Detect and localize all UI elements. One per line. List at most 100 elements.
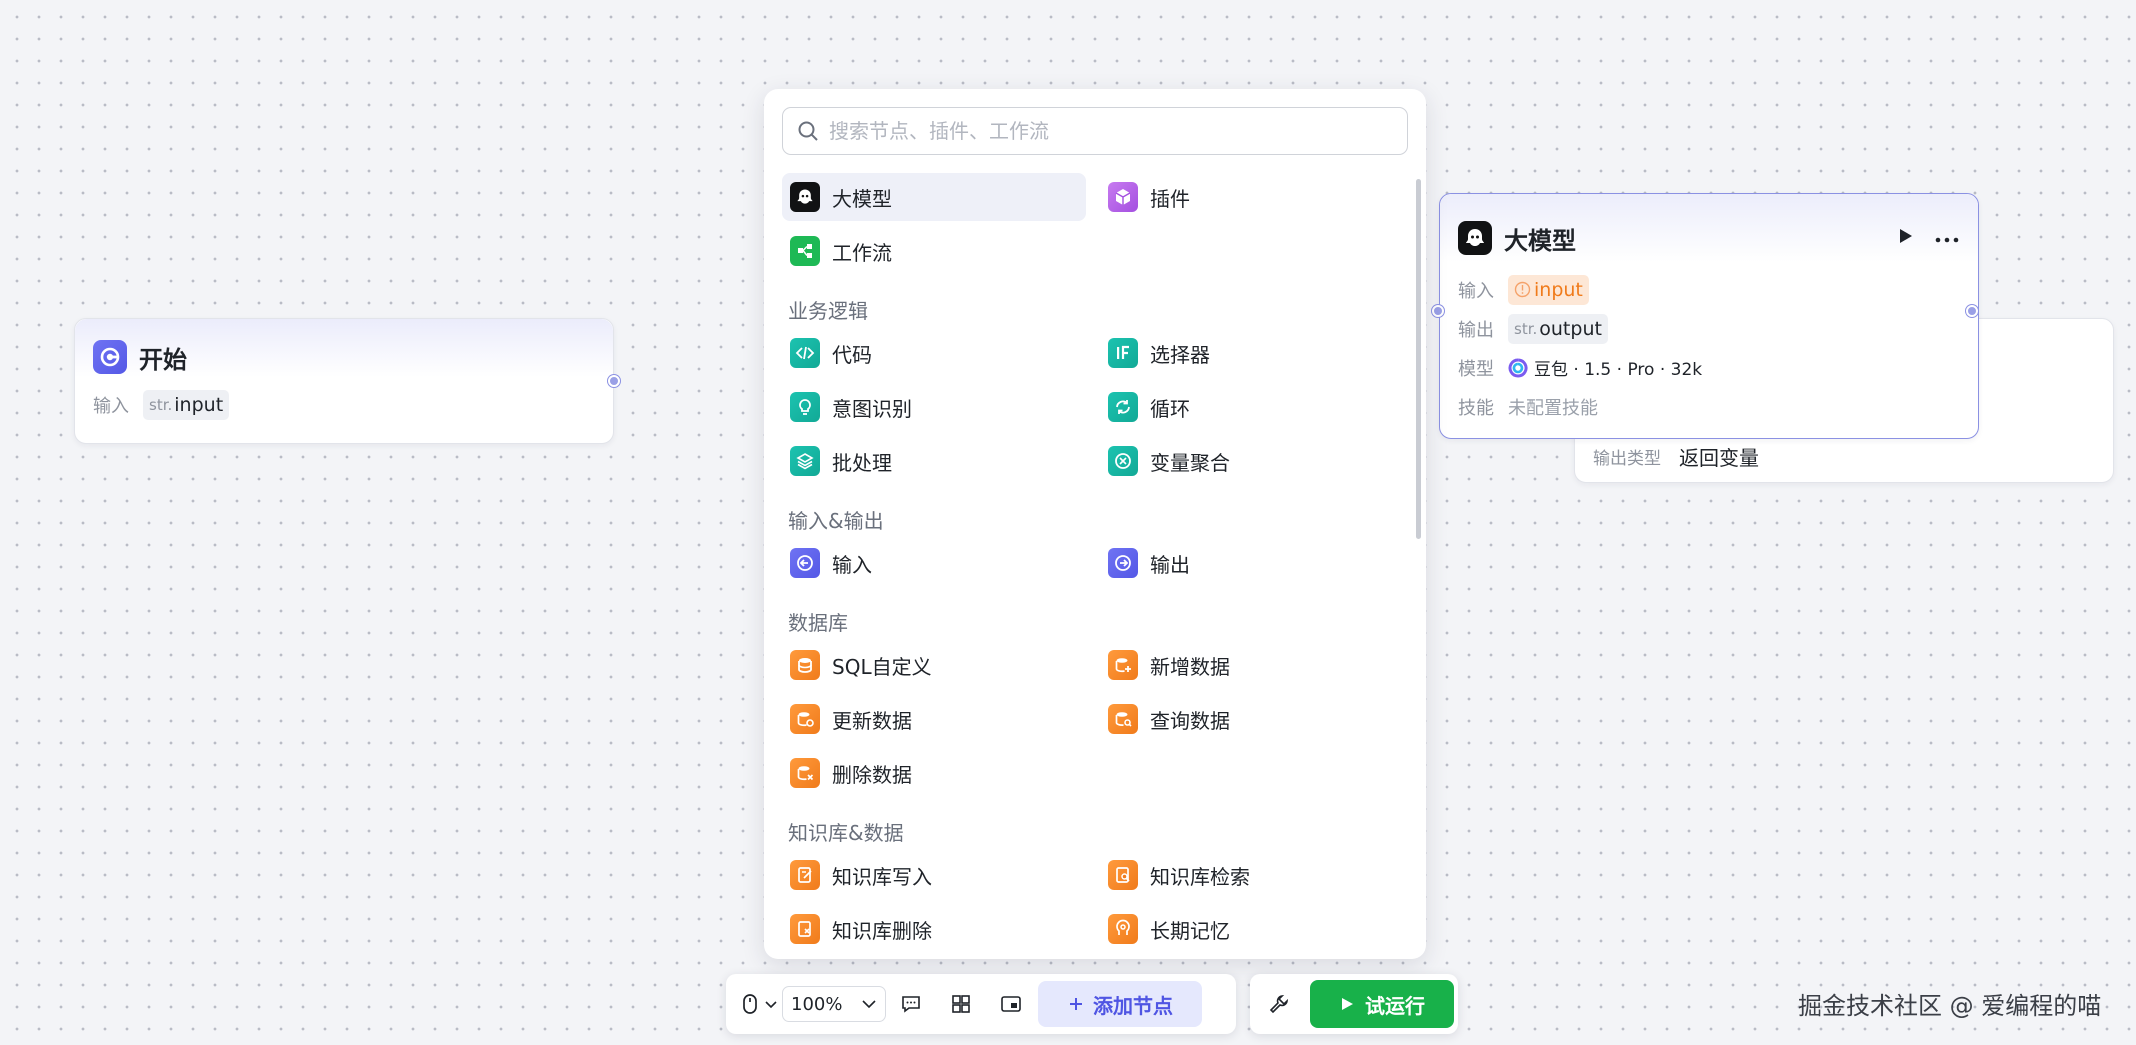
layout-grid-icon[interactable]	[942, 985, 980, 1023]
llm-node-header: 大模型	[1440, 194, 1978, 262]
panel-item-label: 代码	[832, 342, 872, 367]
panel-item-batch[interactable]: 批处理	[782, 437, 1086, 485]
add-node-panel: 大模型 插件 工作流 业务逻辑 代码 选择器 意图识别 循环 批处理 变量聚合 …	[764, 89, 1426, 959]
panel-item-label: 大模型	[832, 186, 892, 211]
add-node-button[interactable]: 添加节点	[1038, 981, 1202, 1027]
llm-output-type: str.	[1514, 319, 1538, 338]
panel-item-kb-write[interactable]: 知识库写入	[782, 851, 1086, 899]
llm-input-port[interactable]	[1432, 305, 1444, 317]
panel-item-loop[interactable]: 循环	[1100, 383, 1404, 431]
panel-item-input[interactable]: 输入	[782, 539, 1086, 587]
search-icon	[798, 121, 818, 141]
canvas-toolbar: 100% 添加节点	[726, 974, 1236, 1034]
plugin-icon	[1108, 182, 1138, 212]
chevron-down-icon	[862, 1000, 876, 1009]
panel-item-label: 新增数据	[1150, 654, 1230, 679]
wrench-icon[interactable]	[1260, 985, 1298, 1023]
panel-item-label: 长期记忆	[1150, 918, 1230, 943]
llm-skill-value: 未配置技能	[1508, 397, 1598, 419]
panel-item-label: 变量聚合	[1150, 450, 1230, 475]
search-input[interactable]	[829, 119, 1407, 143]
end-output-type-value: 返回变量	[1679, 446, 1759, 470]
if-icon	[1108, 338, 1138, 368]
zoom-select[interactable]: 100%	[782, 986, 886, 1022]
panel-item-label: 选择器	[1150, 342, 1210, 367]
llm-output-port[interactable]	[1966, 305, 1978, 317]
database-icon	[790, 650, 820, 680]
llm-model-value: 豆包 · 1.5 · Pro · 32k	[1534, 360, 1703, 380]
start-input-type: str.	[149, 395, 173, 414]
llm-node[interactable]: 大模型 输入 input 输出 str. output 模型 豆包 · 1.5 …	[1432, 193, 1979, 439]
panel-item-query-data[interactable]: 查询数据	[1100, 695, 1404, 743]
panel-item-label: 查询数据	[1150, 708, 1230, 733]
plus-icon	[1070, 998, 1082, 1010]
category-business-logic: 业务逻辑	[788, 299, 868, 323]
watermark: 掘金技术社区 @ 爱编程的喵	[1798, 992, 2102, 1020]
category-database: 数据库	[788, 611, 848, 635]
llm-skill-label: 技能	[1458, 397, 1494, 419]
panel-item-workflow[interactable]: 工作流	[782, 227, 1086, 275]
panel-item-add-data[interactable]: 新增数据	[1100, 641, 1404, 689]
category-knowledge: 知识库&数据	[788, 821, 904, 845]
panel-item-intent[interactable]: 意图识别	[782, 383, 1086, 431]
zoom-value: 100%	[791, 993, 843, 1015]
start-node-title: 开始	[139, 345, 187, 374]
search-box[interactable]	[782, 107, 1408, 155]
panel-item-output[interactable]: 输出	[1100, 539, 1404, 587]
database-delete-icon	[790, 758, 820, 788]
panel-item-label: 插件	[1150, 186, 1190, 211]
start-input-tag: str. input	[143, 389, 230, 420]
panel-item-label: 批处理	[832, 450, 892, 475]
panel-item-variable-merge[interactable]: 变量聚合	[1100, 437, 1404, 485]
minimap-icon[interactable]	[992, 985, 1030, 1023]
panel-item-kb-search[interactable]: 知识库检索	[1100, 851, 1404, 899]
panel-item-long-term-memory[interactable]: 长期记忆	[1100, 905, 1404, 953]
add-node-label: 添加节点	[1093, 993, 1173, 1018]
panel-item-sql[interactable]: SQL自定义	[782, 641, 1086, 689]
comment-icon[interactable]	[892, 985, 930, 1023]
mouse-mode-icon[interactable]	[736, 985, 764, 1023]
database-add-icon	[1108, 650, 1138, 680]
panel-item-label: 输出	[1150, 552, 1190, 577]
category-io: 输入&输出	[788, 509, 884, 533]
llm-icon	[1458, 221, 1492, 255]
run-node-icon[interactable]	[1896, 227, 1914, 249]
panel-item-code[interactable]: 代码	[782, 329, 1086, 377]
panel-item-label: 知识库删除	[832, 918, 932, 943]
llm-output-name: output	[1539, 317, 1602, 340]
play-icon	[1342, 998, 1353, 1010]
panel-item-label: 意图识别	[832, 396, 912, 421]
end-output-type-label: 输出类型	[1593, 449, 1661, 469]
llm-output-tag: str. output	[1508, 313, 1608, 344]
panel-item-update-data[interactable]: 更新数据	[782, 695, 1086, 743]
merge-icon	[1108, 446, 1138, 476]
llm-node-title: 大模型	[1504, 226, 1576, 255]
start-node[interactable]: 开始 输入 str. input	[74, 318, 620, 444]
panel-item-llm[interactable]: 大模型	[782, 173, 1086, 221]
more-icon[interactable]	[1934, 229, 1960, 248]
start-icon	[93, 340, 127, 374]
llm-input-name: input	[1534, 278, 1583, 301]
kb-write-icon	[790, 860, 820, 890]
llm-input-tag[interactable]: input	[1508, 274, 1589, 305]
start-input-label: 输入	[93, 395, 129, 417]
panel-item-delete-data[interactable]: 删除数据	[782, 749, 1086, 797]
start-input-name: input	[174, 393, 224, 416]
panel-scrollbar[interactable]	[1416, 179, 1421, 539]
output-icon	[1108, 548, 1138, 578]
memory-icon	[1108, 914, 1138, 944]
test-run-label: 试运行	[1365, 993, 1425, 1018]
panel-item-plugin[interactable]: 插件	[1100, 173, 1404, 221]
loop-icon	[1108, 392, 1138, 422]
input-icon	[790, 548, 820, 578]
chevron-down-icon[interactable]	[764, 999, 778, 1009]
panel-item-label: 工作流	[832, 240, 892, 265]
warning-icon	[1514, 281, 1531, 298]
panel-item-label: 循环	[1150, 396, 1190, 421]
panel-item-label: 输入	[832, 552, 872, 577]
test-run-button[interactable]: 试运行	[1310, 980, 1454, 1028]
layers-icon	[790, 446, 820, 476]
panel-item-kb-delete[interactable]: 知识库删除	[782, 905, 1086, 953]
panel-item-selector[interactable]: 选择器	[1100, 329, 1404, 377]
start-output-port[interactable]	[608, 375, 620, 387]
